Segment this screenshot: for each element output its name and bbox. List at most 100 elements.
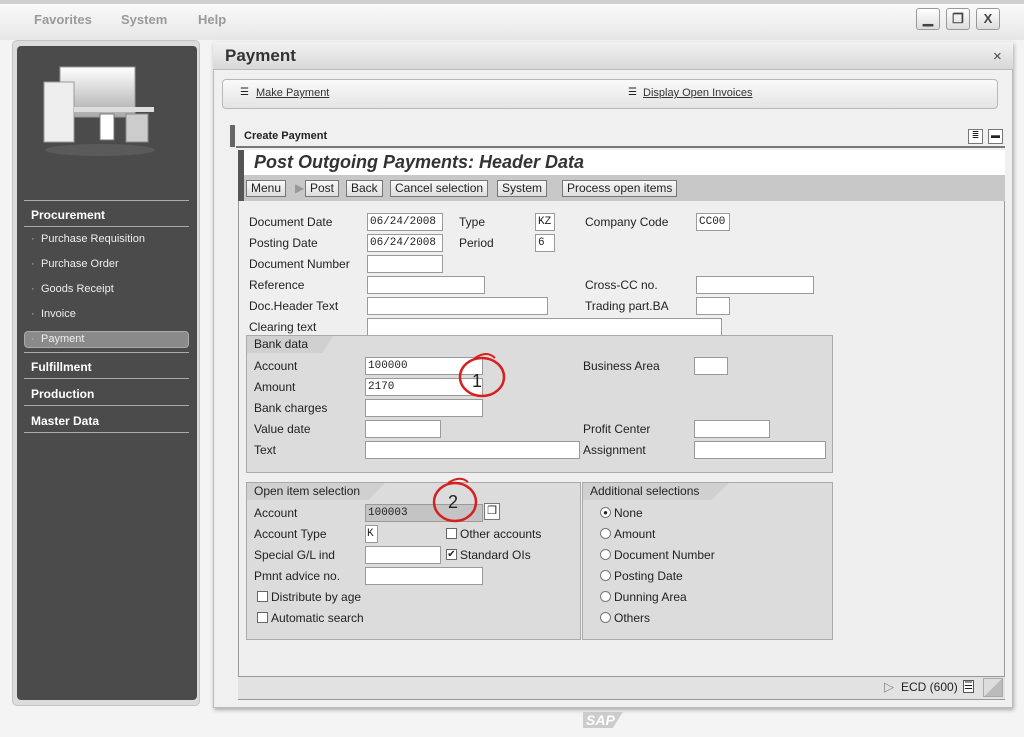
radio-none-label: None — [614, 506, 643, 520]
text-label: Text — [254, 443, 277, 457]
standard-ois-label: Standard OIs — [460, 548, 531, 562]
nav-invoice[interactable]: Invoice — [41, 308, 76, 320]
minimize-button[interactable]: ▁ — [916, 8, 940, 30]
display-open-invoices-link[interactable]: Display Open Invoices — [643, 87, 752, 99]
main-title-bar — [213, 42, 1013, 70]
list-icon: ☰ — [240, 87, 249, 98]
value-date-label: Value date — [254, 422, 311, 436]
menu-system[interactable]: System — [121, 12, 167, 27]
nav-purchase-order[interactable]: Purchase Order — [41, 258, 119, 270]
clearing-text-input[interactable] — [367, 318, 722, 336]
bank-data-title: Bank data — [247, 336, 333, 353]
document-number-input[interactable] — [367, 255, 443, 273]
bank-account-label: Account — [254, 359, 298, 373]
post-button[interactable]: Post — [305, 180, 340, 197]
bullet-icon: · — [31, 233, 35, 245]
nav-purchase-requisition[interactable]: Purchase Requisition — [41, 233, 145, 245]
pmnt-advice-input[interactable] — [365, 567, 483, 585]
collapse-icon[interactable]: ▬ — [988, 129, 1003, 144]
bullet-icon: · — [31, 258, 35, 270]
close-panel-button[interactable]: × — [993, 48, 1002, 65]
doc-header-text-label: Doc.Header Text — [249, 299, 339, 313]
divider — [24, 352, 189, 353]
back-button[interactable]: Back — [346, 180, 383, 197]
business-area-label: Business Area — [583, 359, 660, 373]
period-label: Period — [459, 236, 494, 250]
system-status: ECD (600) — [901, 680, 958, 694]
menu-favorites[interactable]: Favorites — [34, 12, 92, 27]
value-date-input[interactable] — [365, 420, 441, 438]
radio-dunning-area[interactable] — [600, 591, 611, 602]
automatic-search-checkbox[interactable] — [257, 612, 268, 623]
make-payment-link[interactable]: Make Payment — [256, 87, 329, 99]
nav-fulfillment[interactable]: Fulfillment — [31, 360, 92, 374]
text-input[interactable] — [365, 441, 580, 459]
profit-center-label: Profit Center — [583, 422, 651, 436]
link-bar — [222, 79, 998, 109]
cross-cc-label: Cross-CC no. — [585, 278, 658, 292]
divider — [24, 226, 189, 227]
resize-grip[interactable] — [983, 678, 1003, 697]
nav-goods-receipt[interactable]: Goods Receipt — [41, 283, 114, 295]
divider — [24, 405, 189, 406]
type-input[interactable]: KZ — [535, 213, 555, 231]
period-input[interactable]: 6 — [535, 234, 555, 252]
annotation-number-1: 1 — [472, 371, 483, 391]
nav-payment[interactable]: Payment — [41, 333, 84, 345]
restore-button[interactable]: ❐ — [946, 8, 970, 30]
other-accounts-label: Other accounts — [460, 527, 542, 541]
posting-date-input[interactable]: 06/24/2008 — [367, 234, 443, 252]
expand-arrow-icon[interactable]: ▷ — [884, 679, 894, 695]
reference-input[interactable] — [367, 276, 485, 294]
automatic-search-label: Automatic search — [271, 611, 364, 625]
assignment-input[interactable] — [694, 441, 826, 459]
radio-document-number-label: Document Number — [614, 548, 715, 562]
distribute-by-age-checkbox[interactable] — [257, 591, 268, 602]
bullet-icon: · — [31, 308, 35, 320]
bank-charges-input[interactable] — [365, 399, 483, 417]
divider — [24, 432, 189, 433]
process-open-items-button[interactable]: Process open items — [562, 180, 678, 197]
menu-help[interactable]: Help — [198, 12, 226, 27]
nav-procurement[interactable]: Procurement — [31, 208, 105, 222]
profit-center-input[interactable] — [694, 420, 770, 438]
document-date-input[interactable]: 06/24/2008 — [367, 213, 443, 231]
status-list-icon[interactable]: ☰ — [963, 680, 974, 693]
menu-dropdown-button[interactable]: Menu — [246, 180, 287, 197]
section-title: Create Payment — [244, 130, 328, 142]
company-code-label: Company Code — [585, 215, 669, 229]
section-marker — [230, 125, 235, 147]
radio-none[interactable]: ● — [600, 507, 611, 518]
posting-date-label: Posting Date — [249, 236, 318, 250]
document-date-label: Document Date — [249, 215, 333, 229]
doc-header-text-input[interactable] — [367, 297, 548, 315]
system-dropdown-button[interactable]: System — [497, 180, 548, 197]
special-gl-label: Special G/L ind — [254, 548, 335, 562]
divider — [24, 378, 189, 379]
multiple-selection-icon[interactable]: ❐ — [484, 503, 500, 520]
nav-production[interactable]: Production — [31, 387, 94, 401]
radio-document-number[interactable] — [600, 549, 611, 560]
amount-label: Amount — [254, 380, 296, 394]
distribute-by-age-label: Distribute by age — [271, 590, 362, 604]
nav-master-data[interactable]: Master Data — [31, 414, 99, 428]
radio-posting-date-label: Posting Date — [614, 569, 683, 583]
account-type-input[interactable]: K — [365, 525, 378, 543]
toolbar-separator-icon: ▶ — [295, 181, 305, 195]
radio-amount[interactable] — [600, 528, 611, 539]
special-gl-input[interactable] — [365, 546, 441, 564]
other-accounts-checkbox[interactable] — [446, 528, 457, 539]
trading-part-label: Trading part.BA — [585, 299, 669, 313]
settings-icon[interactable]: ≣ — [968, 129, 983, 144]
business-area-input[interactable] — [694, 357, 728, 375]
trading-part-input[interactable] — [696, 297, 730, 315]
company-code-input[interactable]: CC00 — [696, 213, 730, 231]
cross-cc-input[interactable] — [696, 276, 814, 294]
radio-others[interactable] — [600, 612, 611, 623]
close-button[interactable]: X — [976, 8, 1000, 30]
radio-posting-date[interactable] — [600, 570, 611, 581]
standard-ois-checkbox[interactable]: ✔ — [446, 549, 457, 560]
cancel-selection-button[interactable]: Cancel selection — [390, 180, 489, 197]
annotation-number-2: 2 — [448, 492, 459, 512]
screen-title: Post Outgoing Payments: Header Data — [254, 152, 585, 172]
